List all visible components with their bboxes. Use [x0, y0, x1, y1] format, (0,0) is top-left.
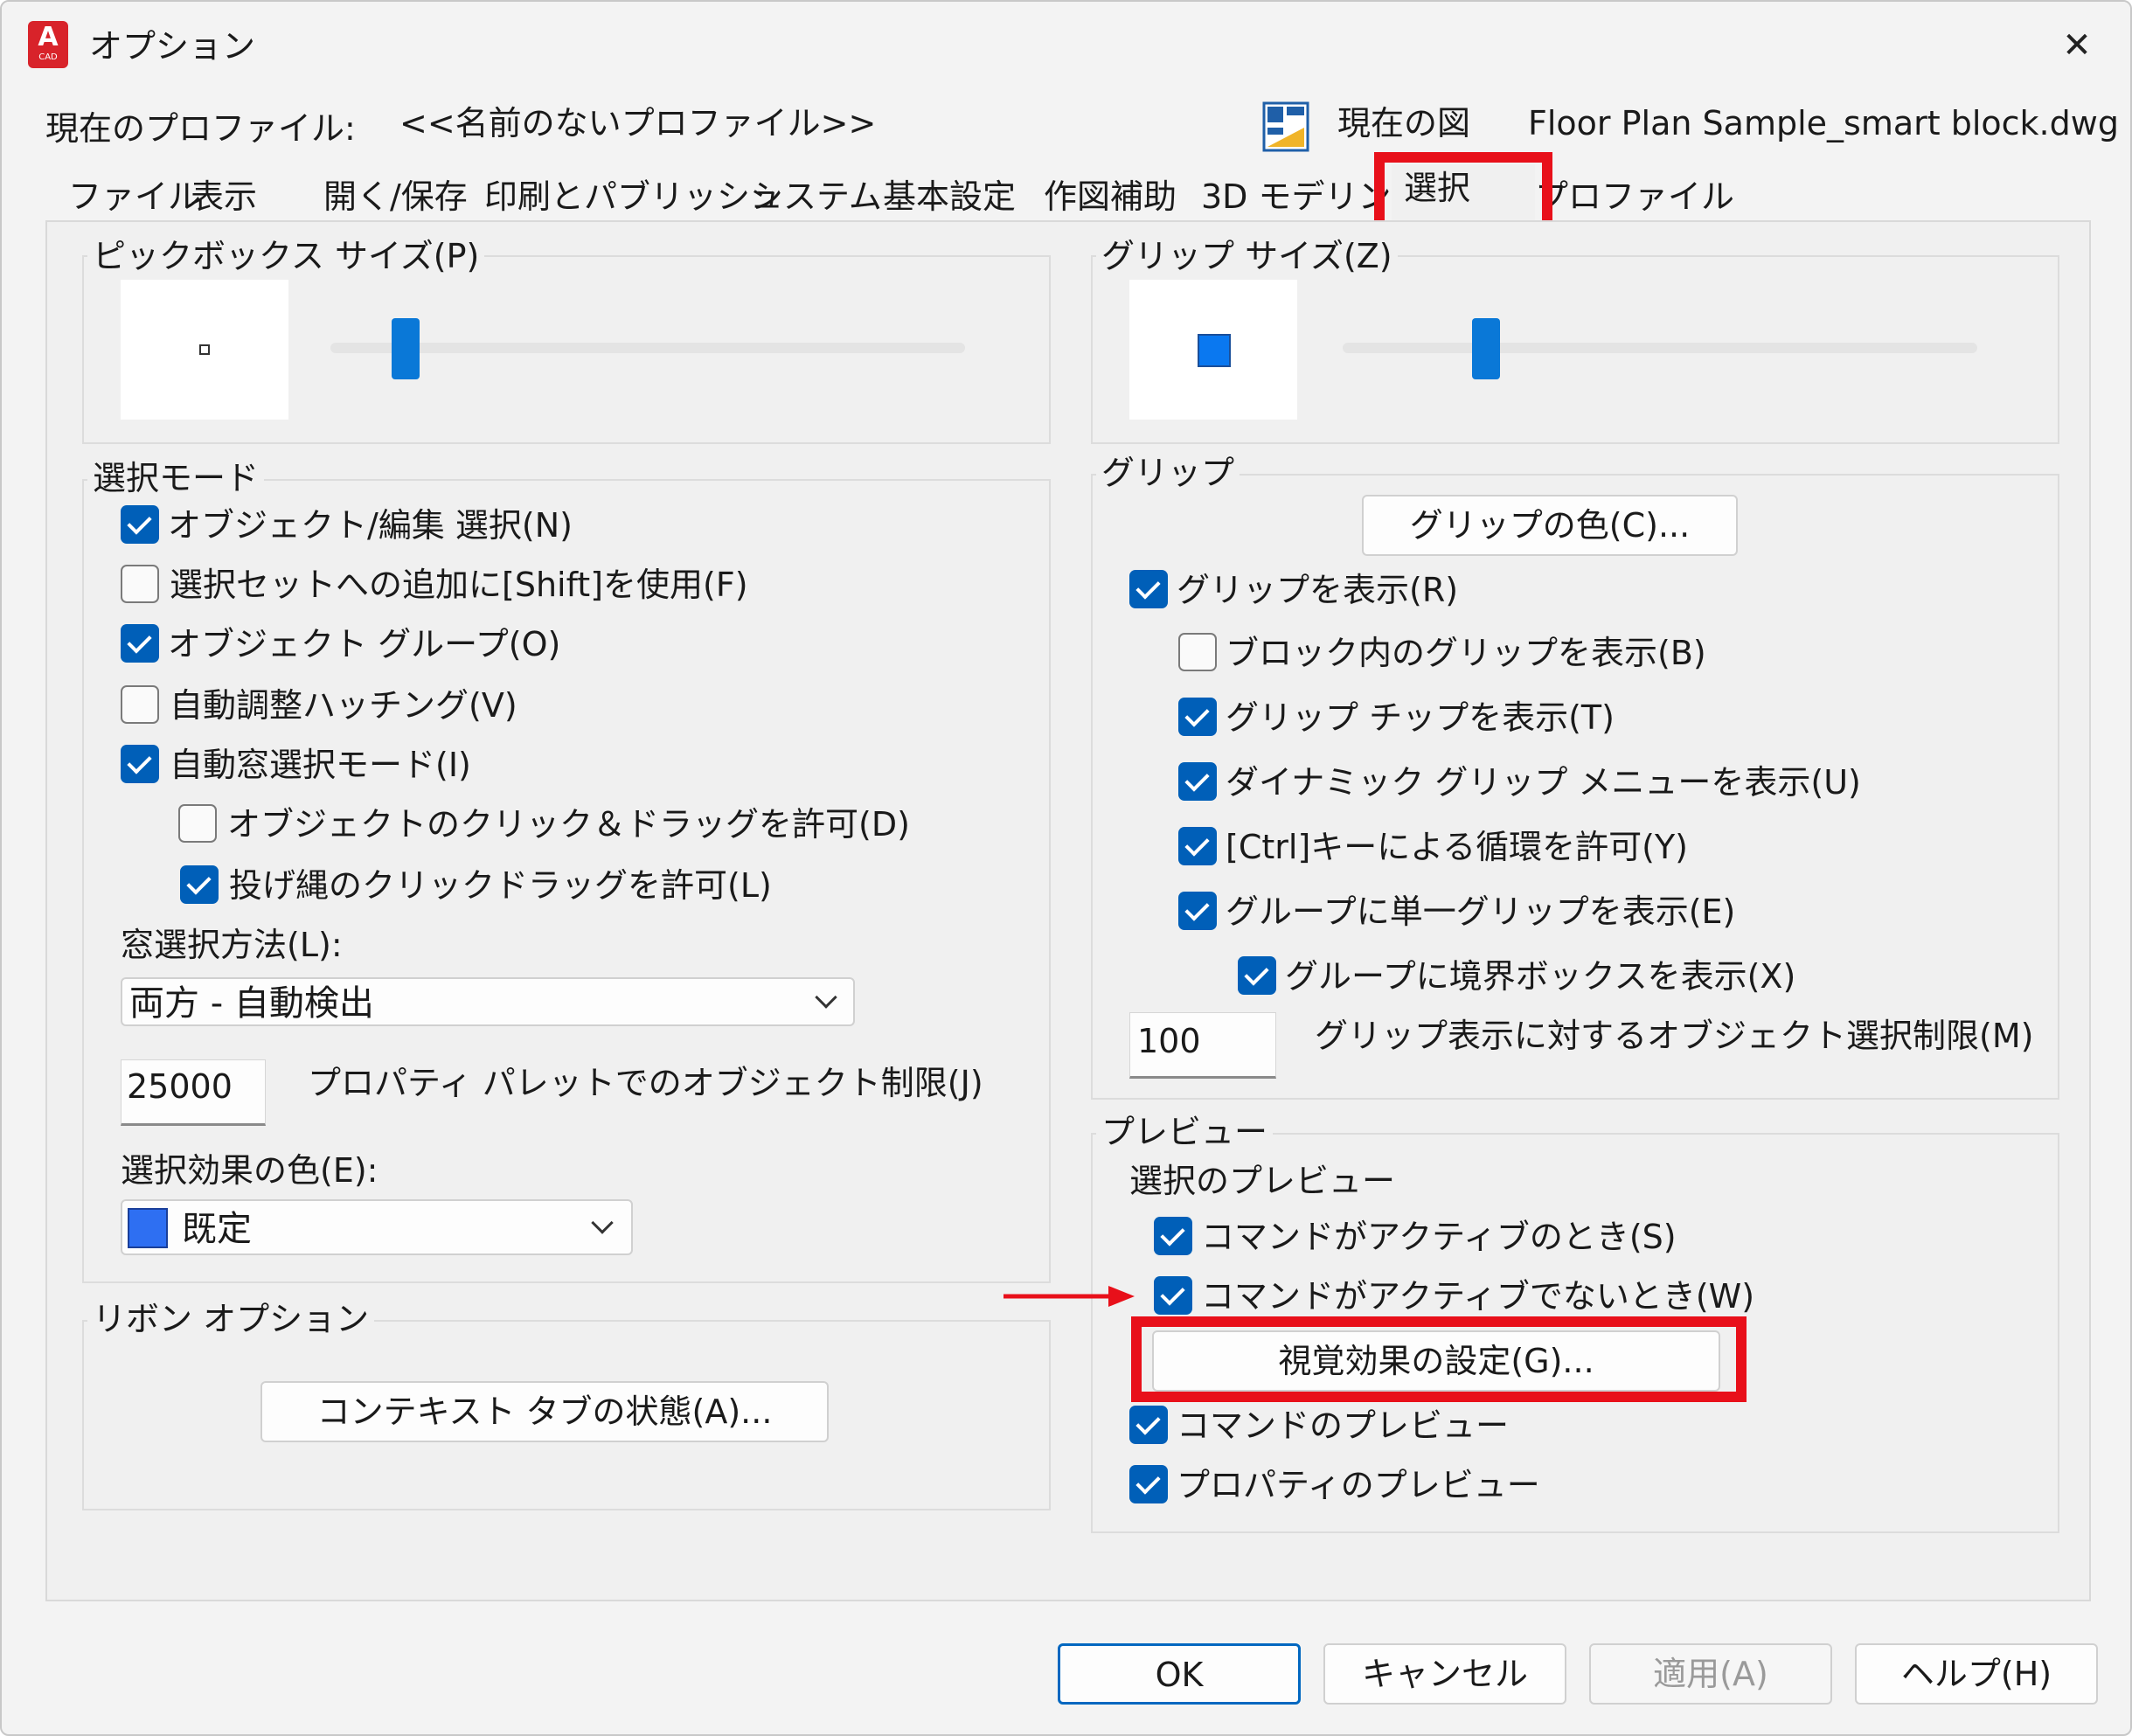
arrow-pointer-icon [1003, 1283, 1136, 1309]
preview-no-command-label: コマンドがアクティブでないとき(W) [1201, 1277, 1755, 1316]
window-method-select[interactable]: 両方 - 自動検出 [121, 977, 855, 1026]
contextual-tab-states-button[interactable]: コンテキスト タブの状態(A)... [260, 1381, 829, 1442]
checkbox-command-preview[interactable] [1129, 1406, 1168, 1444]
object-limit-field[interactable]: 25000 [121, 1059, 266, 1126]
checkbox-single-grip-groups[interactable] [1178, 892, 1217, 930]
tab-drafting[interactable]: 作図補助 [1044, 173, 1177, 220]
current-drawing-value: Floor Plan Sample_smart block.dwg [1528, 104, 2119, 142]
drawing-icon [1262, 101, 1309, 152]
checkbox-bounding-box-groups[interactable] [1238, 956, 1276, 995]
pickbox-preview [121, 280, 288, 420]
press-drag-object-label: オブジェクトのクリック＆ドラッグを許可(D) [227, 805, 910, 844]
chevron-down-icon [815, 986, 837, 1009]
selection-effect-color-select[interactable]: 既定 [121, 1199, 633, 1255]
checkbox-lasso-drag[interactable] [180, 865, 219, 904]
associative-hatch-label: 自動調整ハッチング(V) [170, 686, 517, 725]
checkbox-preview-command-active[interactable] [1154, 1217, 1192, 1255]
color-swatch [128, 1208, 168, 1248]
property-preview-label: プロパティのプレビュー [1177, 1466, 1540, 1504]
tab-file[interactable]: ファイル [68, 173, 201, 220]
show-grips-label: グリップを表示(R) [1177, 571, 1459, 609]
window-method-label: 窓選択方法(L): [121, 926, 343, 964]
app-icon-letter: A [38, 22, 59, 52]
current-profile-label: 現在のプロファイル: [45, 109, 356, 148]
checkbox-associative-hatch[interactable] [121, 685, 159, 724]
selection-mode-label: 選択モード [87, 462, 265, 495]
checkbox-object-grouping[interactable] [121, 624, 159, 663]
preview-label: プレビュー [1096, 1115, 1274, 1149]
ctrl-cycling-label: [Ctrl]キーによる循環を許可(Y) [1226, 828, 1688, 866]
checkbox-grip-tips[interactable] [1178, 698, 1217, 736]
selection-effect-color-label: 選択効果の色(E): [121, 1151, 378, 1190]
checkbox-preview-no-command[interactable] [1154, 1276, 1192, 1315]
window-method-value: 両方 - 自動検出 [129, 983, 374, 1024]
tab-profiles[interactable]: プロファイル [1535, 173, 1734, 220]
pickbox-square [199, 344, 210, 355]
grips-label: グリップ [1096, 456, 1240, 490]
checkbox-object-edit-select[interactable] [121, 505, 159, 544]
options-dialog: A CAD オプション ✕ 現在のプロファイル: <<名前のないプロファイル>>… [0, 0, 2132, 1736]
bounding-box-groups-label: グループに境界ボックスを表示(X) [1285, 957, 1796, 996]
selection-effect-color-value: 既定 [182, 1209, 252, 1249]
tab-plot-publish[interactable]: 印刷とパブリッシュ [484, 173, 783, 220]
tab-open-save[interactable]: 開く/保存 [323, 173, 468, 220]
grip-tips-label: グリップ チップを表示(T) [1226, 698, 1615, 737]
single-grip-groups-label: グループに単一グリップを表示(E) [1226, 892, 1736, 931]
ribbon-options-label: リボン オプション [87, 1302, 375, 1336]
tab-3d-modeling[interactable]: 3D モデリング [1201, 173, 1399, 220]
selection-preview-label: 選択のプレビュー [1129, 1162, 1396, 1200]
checkbox-press-drag-object[interactable] [178, 804, 217, 843]
grip-size-slider-track[interactable] [1343, 343, 1977, 353]
visual-effect-settings-highlight [1131, 1316, 1747, 1402]
checkbox-grips-in-blocks[interactable] [1178, 633, 1217, 671]
title-bar: A CAD オプション ✕ [2, 2, 2130, 89]
implied-windowing-label: 自動窓選択モード(I) [170, 746, 471, 784]
close-icon[interactable]: ✕ [2058, 26, 2096, 65]
current-drawing-label: 現在の図 [1337, 104, 1471, 142]
current-profile-value: <<名前のないプロファイル>> [399, 104, 877, 142]
cancel-button[interactable]: キャンセル [1323, 1643, 1566, 1705]
command-preview-label: コマンドのプレビュー [1177, 1406, 1510, 1445]
app-icon-sub: CAD [38, 52, 58, 62]
preview-command-active-label: コマンドがアクティブのとき(S) [1201, 1218, 1677, 1256]
pickbox-label: ピックボックス サイズ(P) [87, 240, 485, 273]
pickbox-slider-track[interactable] [330, 343, 965, 353]
checkbox-show-grips[interactable] [1129, 570, 1168, 608]
grip-object-limit-label: グリップ表示に対するオブジェクト選択制限(M) [1315, 1017, 2034, 1055]
tab-display[interactable]: 表示 [191, 173, 257, 220]
apply-button[interactable]: 適用(A) [1589, 1643, 1832, 1705]
object-limit-label: プロパティ パレットでのオブジェクト制限(J) [308, 1064, 983, 1102]
grips-in-blocks-label: ブロック内のグリップを表示(B) [1226, 634, 1706, 672]
grip-object-limit-field[interactable]: 100 [1129, 1012, 1276, 1079]
object-edit-select-label: オブジェクト/編集 選択(N) [168, 506, 573, 545]
help-button[interactable]: ヘルプ(H) [1855, 1643, 2098, 1705]
grip-colors-button[interactable]: グリップの色(C)... [1362, 495, 1738, 556]
checkbox-implied-windowing[interactable] [121, 745, 159, 783]
tab-system[interactable]: システム [750, 173, 882, 220]
checkbox-shift-to-add[interactable] [121, 565, 159, 603]
pickbox-slider-thumb[interactable] [392, 318, 420, 379]
chevron-down-icon [591, 1212, 614, 1234]
checkbox-dynamic-grip-menu[interactable] [1178, 762, 1217, 801]
grip-object-limit-value: 100 [1137, 1022, 1201, 1060]
shift-to-add-label: 選択セットへの追加に[Shift]を使用(F) [170, 566, 748, 604]
autocad-app-icon: A CAD [28, 21, 68, 68]
checkbox-property-preview[interactable] [1129, 1465, 1168, 1503]
checkbox-ctrl-cycling[interactable] [1178, 827, 1217, 865]
grip-size-preview [1129, 280, 1297, 420]
window-title: オプション [89, 27, 256, 66]
grip-square [1198, 334, 1231, 367]
grip-size-slider-thumb[interactable] [1472, 318, 1500, 379]
tab-user-preferences[interactable]: 基本設定 [883, 173, 1016, 220]
ok-button[interactable]: OK [1058, 1643, 1301, 1705]
grip-size-label: グリップ サイズ(Z) [1096, 240, 1398, 273]
lasso-drag-label: 投げ縄のクリックドラッグを許可(L) [229, 866, 772, 905]
object-limit-value: 25000 [127, 1067, 233, 1106]
object-grouping-label: オブジェクト グループ(O) [168, 625, 561, 663]
dynamic-grip-menu-label: ダイナミック グリップ メニューを表示(U) [1226, 763, 1861, 802]
